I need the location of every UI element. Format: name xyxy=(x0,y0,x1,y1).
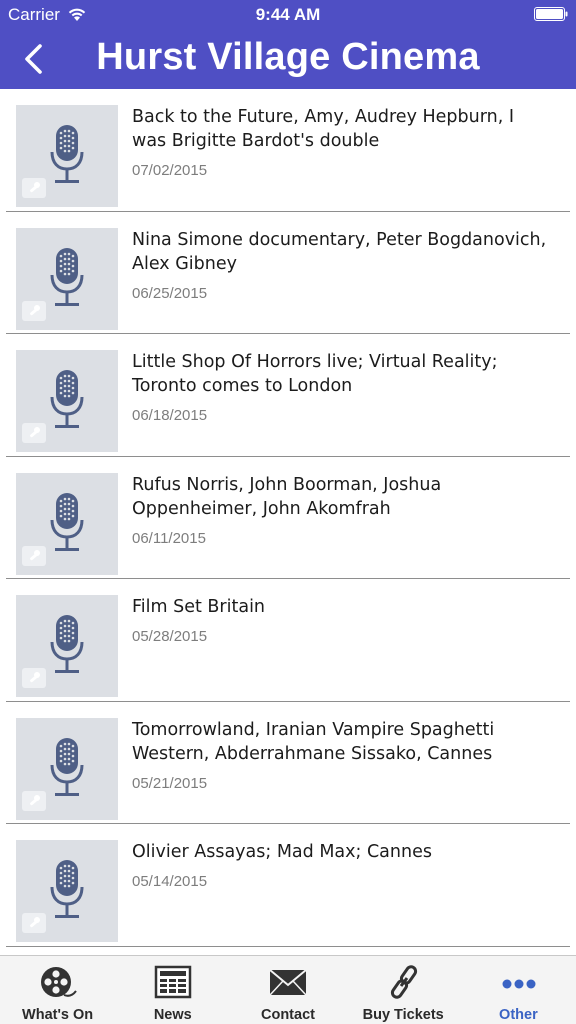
microphone-badge-icon xyxy=(30,427,40,438)
microphone-icon xyxy=(50,492,84,551)
badge xyxy=(22,668,46,688)
microphone-badge-icon xyxy=(30,672,40,683)
badge xyxy=(22,913,46,933)
film-reel-icon xyxy=(41,967,77,997)
item-title: Tomorrowland, Iranian Vampire Spaghetti … xyxy=(132,719,495,764)
list-item[interactable]: Tomorrowland, Iranian Vampire Spaghetti … xyxy=(0,702,576,825)
microphone-badge-icon xyxy=(30,549,40,560)
microphone-icon xyxy=(50,247,84,306)
tab-label: Buy Tickets xyxy=(362,1007,444,1023)
podcast-thumbnail xyxy=(16,717,118,820)
item-title: Back to the Future, Amy, Audrey Hepburn,… xyxy=(132,107,514,151)
podcast-thumbnail xyxy=(16,595,118,697)
list-item[interactable]: Back to the Future, Amy, Audrey Hepburn,… xyxy=(0,89,576,212)
tab-label: Contact xyxy=(260,1007,315,1023)
podcast-thumbnail xyxy=(16,227,118,330)
microphone-icon xyxy=(50,370,84,428)
navigation-header: Carrier 9:44 AM Hurst Village Cinema xyxy=(0,0,576,89)
tab-what-s-on[interactable]: What's On xyxy=(0,956,115,1024)
microphone-icon xyxy=(50,860,84,918)
podcast-thumbnail xyxy=(16,840,118,942)
item-title: Little Shop Of Horrors live; Virtual Rea… xyxy=(132,352,498,396)
item-title: Nina Simone documentary, Peter Bogdanovi… xyxy=(132,229,547,274)
item-date: 06/11/2015 xyxy=(132,529,206,547)
chain-link-icon xyxy=(390,965,417,999)
more-dots-icon xyxy=(502,979,536,989)
list-item[interactable]: Little Shop Of Horrors live; Virtual Rea… xyxy=(0,334,576,457)
list-item[interactable]: Film Set Britain 05/28/2015 xyxy=(0,579,576,702)
list-item[interactable]: Rufus Norris, John Boorman, Joshua Oppen… xyxy=(0,457,576,580)
tab-contact[interactable]: Contact xyxy=(230,956,345,1024)
tab-label: What's On xyxy=(22,1007,94,1023)
list-item[interactable]: Nina Simone documentary, Peter Bogdanovi… xyxy=(0,212,576,335)
badge xyxy=(22,178,46,198)
page-title: Hurst Village Cinema xyxy=(96,36,480,78)
list-item[interactable]: Olivier Assayas; Mad Max; Cannes 05/14/2… xyxy=(0,824,576,947)
badge xyxy=(22,300,46,321)
item-date: 06/25/2015 xyxy=(132,284,208,302)
item-date: 05/14/2015 xyxy=(132,873,208,890)
item-title: Olivier Assayas; Mad Max; Cannes xyxy=(132,842,432,862)
tab-label: News xyxy=(153,1007,192,1023)
microphone-icon xyxy=(50,125,84,183)
newspaper-icon xyxy=(154,965,192,999)
microphone-badge-icon xyxy=(30,794,40,805)
microphone-badge-icon xyxy=(30,917,40,928)
badge xyxy=(22,790,46,811)
podcast-thumbnail xyxy=(16,105,118,207)
item-title: Film Set Britain xyxy=(132,597,266,617)
item-date: 07/02/2015 xyxy=(132,162,208,179)
microphone-icon xyxy=(50,737,84,796)
podcast-thumbnail xyxy=(16,472,118,575)
microphone-icon xyxy=(50,615,84,673)
battery-icon xyxy=(534,7,568,21)
status-time: 9:44 AM xyxy=(255,5,321,24)
tab-other[interactable]: Other xyxy=(461,956,576,1024)
badge xyxy=(22,545,46,566)
podcast-thumbnail xyxy=(16,350,118,452)
item-date: 05/21/2015 xyxy=(132,774,208,792)
tab-label: Other xyxy=(499,1007,538,1023)
microphone-badge-icon xyxy=(30,182,40,193)
item-date: 05/28/2015 xyxy=(132,628,208,645)
tab-news[interactable]: News xyxy=(115,956,230,1024)
envelope-icon xyxy=(269,969,308,996)
tab-bar: What's On News Contact Buy Tickets Other xyxy=(0,955,576,1024)
status-bar: Carrier 9:44 AM xyxy=(0,0,576,30)
item-title: Rufus Norris, John Boorman, Joshua Oppen… xyxy=(132,474,442,519)
microphone-badge-icon xyxy=(30,304,40,315)
item-date: 06/18/2015 xyxy=(132,407,208,424)
podcast-list: Back to the Future, Amy, Audrey Hepburn,… xyxy=(0,89,576,947)
tab-buy-tickets[interactable]: Buy Tickets xyxy=(346,956,461,1024)
badge xyxy=(22,423,46,443)
